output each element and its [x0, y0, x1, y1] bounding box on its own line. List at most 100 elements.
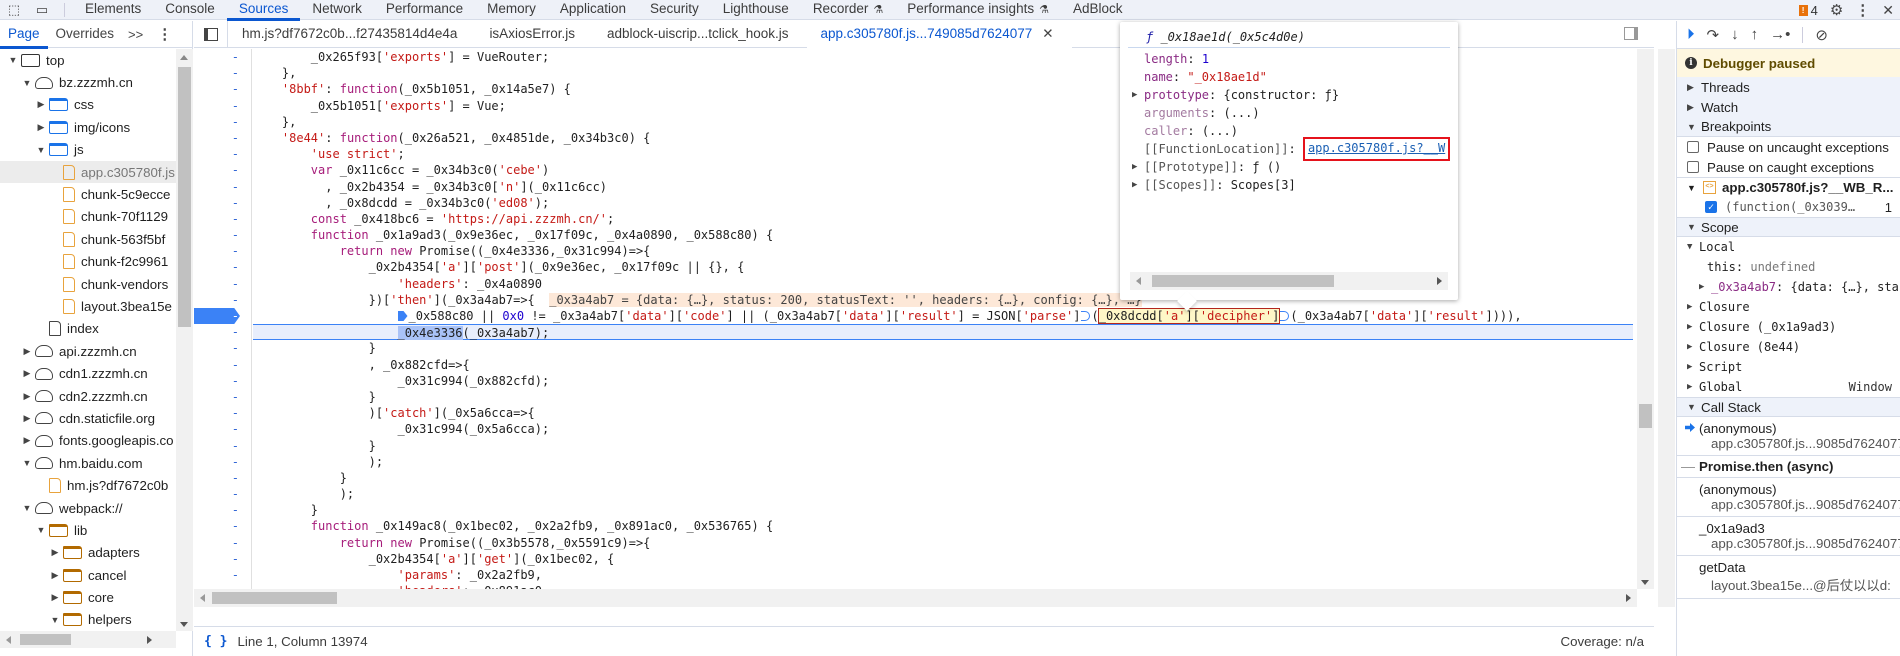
navigator-menu-icon[interactable]: ⋮: [149, 25, 180, 43]
tree-item[interactable]: chunk-70f1129: [0, 206, 176, 228]
code-line[interactable]: }: [253, 438, 1633, 454]
code-line[interactable]: )['catch'](_0x5a6cca=>{: [253, 405, 1633, 421]
line-number[interactable]: -: [194, 195, 251, 211]
more-tabs-chevron-icon[interactable]: >>: [122, 27, 149, 42]
collapse-triangle-icon[interactable]: ▼: [22, 78, 32, 88]
code-line[interactable]: _0x31c994(_0x5a6cca);: [253, 421, 1633, 437]
tree-item[interactable]: ▶ fonts.googleapis.co: [0, 430, 176, 452]
deactivate-breakpoints-icon[interactable]: ⊘: [1815, 26, 1828, 44]
tree-item[interactable]: ▶ css: [0, 94, 176, 116]
file-tree-horizontal-scrollbar[interactable]: [0, 631, 176, 648]
main-tab-sources[interactable]: Sources: [226, 0, 301, 21]
line-number[interactable]: -: [194, 438, 251, 454]
scroll-up-arrow-icon[interactable]: [180, 55, 188, 60]
code-line[interactable]: }: [253, 470, 1633, 486]
toggle-navigator-button[interactable]: [194, 20, 228, 48]
tree-item[interactable]: app.c305780f.js: [0, 160, 176, 184]
line-number[interactable]: -: [194, 389, 251, 405]
expand-triangle-icon[interactable]: ▶: [1132, 176, 1137, 194]
tree-item[interactable]: ▼ lib: [0, 519, 176, 541]
line-number[interactable]: -: [194, 454, 251, 470]
line-number[interactable]: -: [194, 502, 251, 518]
line-number[interactable]: -: [194, 373, 251, 389]
section-call-stack[interactable]: ▼ Call Stack: [1677, 397, 1900, 417]
pause-option[interactable]: Pause on uncaught exceptions: [1677, 137, 1900, 157]
scope-entry[interactable]: ▶ Global Window: [1687, 377, 1900, 397]
tree-item[interactable]: ▼ webpack://: [0, 497, 176, 519]
checkbox[interactable]: [1687, 161, 1699, 173]
code-line[interactable]: return new Promise((_0x3b5578,_0x5591c9)…: [253, 535, 1633, 551]
checkbox[interactable]: [1687, 141, 1699, 153]
collapse-triangle-icon[interactable]: ▼: [50, 615, 60, 625]
inspect-element-icon[interactable]: ⬚: [0, 0, 28, 20]
tree-item[interactable]: ▶ core: [0, 586, 176, 608]
current-execution-line[interactable]: _0x4e3336(_0x3a4ab7);: [253, 324, 1633, 341]
tree-item[interactable]: index: [0, 318, 176, 340]
file-tab[interactable]: isAxiosError.js: [475, 21, 593, 48]
file-tree-vertical-scrollbar[interactable]: [176, 49, 193, 631]
expand-triangle-icon[interactable]: ▶: [50, 547, 60, 558]
code-line[interactable]: }: [253, 502, 1633, 518]
line-number[interactable]: -: [194, 357, 251, 373]
line-number[interactable]: -: [194, 211, 251, 227]
main-tab-elements[interactable]: Elements: [73, 0, 153, 20]
popover-property[interactable]: ▶ [[Scopes]]: Scopes[3]: [1120, 176, 1458, 194]
section-breakpoints[interactable]: ▼ Breakpoints: [1677, 117, 1900, 137]
breakpoint-checkbox[interactable]: ✓: [1705, 201, 1717, 213]
tree-item[interactable]: ▶ cdn2.zzzmh.cn: [0, 385, 176, 407]
tab-page[interactable]: Page: [0, 21, 48, 49]
line-number[interactable]: -: [194, 49, 251, 65]
expand-triangle-icon[interactable]: ▶: [22, 368, 32, 379]
collapse-triangle-icon[interactable]: ▼: [22, 458, 32, 468]
pretty-print-icon[interactable]: { }: [204, 634, 227, 649]
tree-item[interactable]: ▶ cdn.staticfile.org: [0, 407, 176, 429]
tree-item[interactable]: chunk-vendors: [0, 273, 176, 295]
line-number[interactable]: -: [194, 535, 251, 551]
line-number[interactable]: -: [194, 98, 251, 114]
code-line[interactable]: _0x31c994(_0x882cfd);: [253, 373, 1633, 389]
line-number[interactable]: -: [194, 405, 251, 421]
collapse-triangle-icon[interactable]: ▼: [22, 503, 32, 513]
file-tab[interactable]: hm.js?df7672c0b...f27435814d4e4a: [228, 21, 475, 48]
scope-local[interactable]: ▼ Local: [1687, 237, 1900, 257]
code-line[interactable]: );: [253, 486, 1633, 502]
scrollbar-thumb[interactable]: [1152, 275, 1334, 287]
scope-entry[interactable]: ▶ Script: [1687, 357, 1900, 377]
scrollbar-thumb[interactable]: [212, 592, 337, 604]
line-number[interactable]: -: [194, 486, 251, 502]
scroll-left-arrow-icon[interactable]: [6, 636, 11, 644]
line-number[interactable]: -: [194, 179, 251, 195]
section-threads[interactable]: ▶ Threads: [1677, 77, 1900, 97]
line-number[interactable]: -: [194, 81, 251, 97]
breakpoint-entry[interactable]: ✓ (function(_0x3039… 1: [1677, 197, 1900, 217]
expand-triangle-icon[interactable]: ▶: [36, 99, 46, 110]
expand-triangle-icon[interactable]: ▶: [22, 391, 32, 402]
tree-item[interactable]: hm.js?df7672c0b: [0, 474, 176, 496]
collapse-triangle-icon[interactable]: ▼: [36, 145, 46, 155]
line-number[interactable]: -: [194, 162, 251, 178]
popover-horizontal-scrollbar[interactable]: [1130, 272, 1448, 290]
code-line[interactable]: );: [253, 454, 1633, 470]
expand-triangle-icon[interactable]: ▶: [1132, 158, 1137, 176]
scroll-right-arrow-icon[interactable]: [1626, 594, 1631, 602]
scroll-down-arrow-icon[interactable]: [1641, 580, 1649, 585]
main-tab-security[interactable]: Security: [638, 0, 711, 20]
line-number[interactable]: -: [194, 518, 251, 534]
settings-gear-icon[interactable]: ⚙: [1830, 1, 1843, 19]
section-watch[interactable]: ▶ Watch: [1677, 97, 1900, 117]
main-tab-lighthouse[interactable]: Lighthouse: [711, 0, 801, 20]
main-tab-adblock[interactable]: AdBlock: [1061, 0, 1135, 20]
tree-item[interactable]: layout.3bea15e: [0, 295, 176, 317]
expand-triangle-icon[interactable]: ▶: [50, 570, 60, 581]
pause-option[interactable]: Pause on caught exceptions: [1677, 157, 1900, 177]
call-frame[interactable]: getData layout.3bea15e...@后仗以以d:: [1677, 556, 1900, 599]
scrollbar-thumb[interactable]: [1639, 404, 1652, 428]
close-tab-icon[interactable]: ✕: [1042, 26, 1053, 41]
code-line[interactable]: 'params': _0x2a2fb9,: [253, 567, 1633, 583]
toggle-debugger-sidebar-icon[interactable]: [1624, 27, 1638, 40]
expand-triangle-icon[interactable]: ▶: [22, 435, 32, 446]
line-gutter[interactable]: ----------------------------------: [194, 49, 252, 607]
expand-triangle-icon[interactable]: ▶: [22, 413, 32, 424]
tree-item[interactable]: ▶ cdn1.zzzmh.cn: [0, 362, 176, 384]
tree-item[interactable]: ▼ bz.zzzmh.cn: [0, 71, 176, 93]
